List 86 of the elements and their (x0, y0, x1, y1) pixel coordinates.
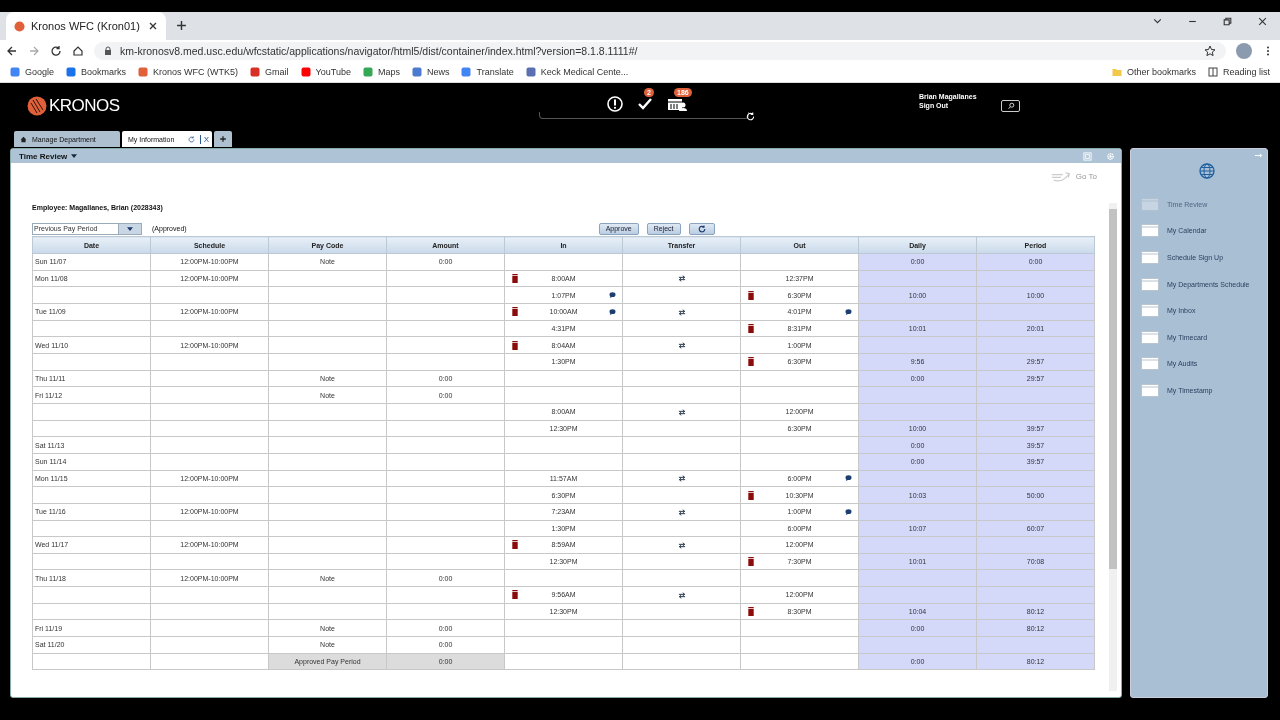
punch-marker-icon[interactable] (747, 557, 754, 567)
browser-tab[interactable]: Kronos WFC (Kron01) (6, 12, 166, 40)
search-icon (1006, 102, 1015, 110)
punch-marker-icon[interactable] (747, 490, 754, 500)
swap-arrows-icon[interactable] (677, 508, 686, 516)
back-icon[interactable] (6, 44, 18, 57)
bookmark[interactable]: Gmail (250, 66, 289, 77)
avatar[interactable] (1236, 42, 1252, 59)
punch-marker-icon[interactable] (511, 307, 518, 317)
folder-icon (1111, 66, 1122, 77)
site-icon (411, 66, 422, 77)
punch-marker-icon[interactable] (511, 340, 518, 350)
punch-marker-icon[interactable] (511, 274, 518, 283)
calendar-icon[interactable] (667, 96, 687, 112)
bookmark[interactable]: Bookmarks (66, 66, 127, 77)
plus-icon[interactable] (176, 20, 187, 31)
plus-icon (219, 135, 227, 143)
swap-arrows-icon[interactable] (677, 475, 686, 483)
star-icon[interactable] (1204, 44, 1216, 57)
comment-icon[interactable] (845, 308, 852, 315)
refresh-icon (697, 224, 706, 233)
site-icon (250, 66, 261, 77)
restore-icon[interactable] (1222, 15, 1233, 27)
site-icon (362, 66, 373, 77)
caret-icon (127, 226, 133, 231)
site-icon (14, 20, 25, 32)
logo-text: KRONOS (49, 96, 120, 116)
bookmark[interactable]: Kronos WFC (WTK5) (138, 66, 239, 77)
swap-arrows-icon[interactable] (677, 341, 686, 349)
site-icon (10, 66, 20, 77)
add-tab-button[interactable] (214, 131, 232, 147)
site-icon (138, 66, 149, 77)
header-field[interactable] (539, 112, 749, 119)
swap-arrows-icon[interactable] (677, 591, 686, 599)
alert-icon[interactable] (607, 96, 623, 112)
bookmark[interactable]: Google (10, 66, 55, 77)
window-icon (1141, 197, 1159, 211)
reading-list-button[interactable]: Reading list (1207, 66, 1270, 77)
swap-arrows-icon[interactable] (677, 308, 686, 316)
swap-arrows-icon[interactable] (677, 541, 686, 549)
punch-marker-icon[interactable] (747, 607, 754, 617)
site-icon (300, 66, 311, 77)
address-bar[interactable]: km-kronosv8.med.usc.edu/wfcstatic/applications/navigator/html5/dist/container/index.html?version=8.1.8.1111#/ (94, 41, 1226, 60)
refresh-button[interactable] (688, 222, 715, 235)
home-icon (20, 135, 27, 143)
comment-icon[interactable] (845, 475, 852, 482)
site-icon (525, 66, 536, 77)
caret-icon[interactable] (71, 154, 78, 158)
scrollbar[interactable] (1109, 203, 1117, 691)
window-icon (1141, 277, 1159, 291)
swap-arrows-icon[interactable] (677, 408, 686, 416)
home-icon[interactable] (72, 44, 84, 57)
window-icon (1141, 330, 1159, 344)
window-icon (1141, 383, 1159, 397)
swap-arrows-icon[interactable] (677, 275, 686, 283)
bookmark[interactable]: Maps (362, 66, 400, 77)
comment-icon[interactable] (609, 308, 616, 315)
site-icon (66, 66, 77, 77)
bookmark[interactable]: News (411, 66, 450, 77)
window-icon (1141, 251, 1159, 264)
close-icon[interactable] (148, 21, 158, 31)
close-icon[interactable] (1257, 15, 1268, 27)
bookmark-folder[interactable]: Other bookmarks (1111, 66, 1196, 77)
punch-marker-icon[interactable] (747, 323, 754, 333)
comment-icon[interactable] (845, 508, 852, 515)
window-icon (1141, 224, 1159, 238)
checkmark-icon[interactable] (637, 96, 653, 112)
reading-list-icon (1207, 66, 1218, 77)
logo-icon (27, 96, 47, 116)
punch-marker-icon[interactable] (511, 590, 518, 600)
lock-icon (104, 45, 112, 56)
comment-icon[interactable] (609, 292, 616, 299)
reload-icon[interactable] (50, 44, 62, 57)
globe-icon (1199, 163, 1215, 179)
search-button[interactable] (1001, 100, 1020, 112)
close-tab-button[interactable]: X (199, 134, 209, 144)
site-icon (461, 66, 472, 77)
punch-marker-icon[interactable] (747, 357, 754, 367)
bookmark[interactable]: YouTube (300, 66, 351, 77)
window-icon (1141, 304, 1159, 318)
bookmark[interactable]: Keck Medical Cente... (525, 66, 629, 77)
bookmark[interactable]: Translate (461, 66, 514, 77)
punch-marker-icon[interactable] (511, 540, 518, 550)
punch-marker-icon[interactable] (747, 290, 754, 300)
panel-title[interactable]: Time Review (19, 151, 68, 161)
window-icon (1141, 357, 1159, 371)
